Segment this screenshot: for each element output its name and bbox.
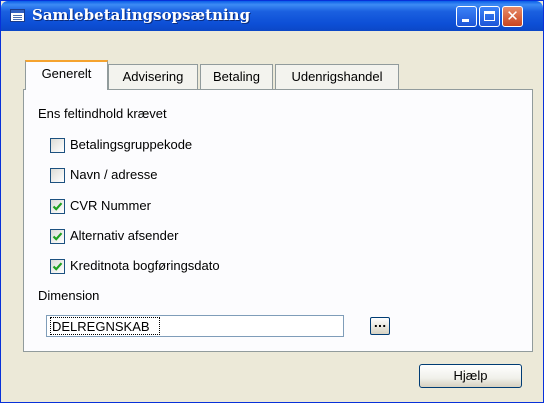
tab-generelt[interactable]: Generelt [25,60,108,90]
dimension-value: DELREGNSKAB [52,319,150,334]
title-bar[interactable]: Samlebetalingsopsætning ✕ [1,1,543,31]
tab-udenrigshandel[interactable]: Udenrigshandel [275,64,399,89]
close-button[interactable]: ✕ [502,6,523,27]
tab-advisering[interactable]: Advisering [108,64,198,89]
kreditnota-bogforingsdato-label: Kreditnota bogføringsdato [70,258,220,273]
form-icon [10,9,25,22]
group-label: Ens feltindhold krævet [38,106,167,121]
dimension-field[interactable]: DELREGNSKAB ... [46,315,390,337]
tab-panel-generelt [23,89,533,352]
alternativ-afsender-checkbox[interactable] [50,229,65,244]
betalingsgruppekode-label: Betalingsgruppekode [70,137,193,152]
kreditnota-bogforingsdato-checkbox[interactable] [50,259,65,274]
cvr-nummer-label: CVR Nummer [70,198,151,213]
ellipsis-icon: ... [373,317,387,330]
checkmark-icon [52,202,63,211]
help-button[interactable]: Hjælp [419,364,522,388]
close-icon: ✕ [506,7,519,25]
minimize-icon [462,19,469,22]
alternativ-afsender-label: Alternativ afsender [70,228,179,243]
betalingsgruppekode-checkbox[interactable] [50,138,65,153]
dimension-label: Dimension [38,288,100,303]
navn-adresse-checkbox[interactable] [50,168,65,183]
lookup-button[interactable]: ... [370,317,390,335]
maximize-button[interactable] [479,6,500,27]
cvr-nummer-checkbox[interactable] [50,199,65,214]
minimize-button[interactable] [456,6,477,27]
checkmark-icon [52,262,63,271]
window-title: Samlebetalingsopsætning [32,6,251,24]
maximize-icon [484,11,495,21]
navn-adresse-label: Navn / adresse [70,167,158,182]
checkmark-icon [52,232,63,241]
tab-betaling[interactable]: Betaling [200,64,273,89]
